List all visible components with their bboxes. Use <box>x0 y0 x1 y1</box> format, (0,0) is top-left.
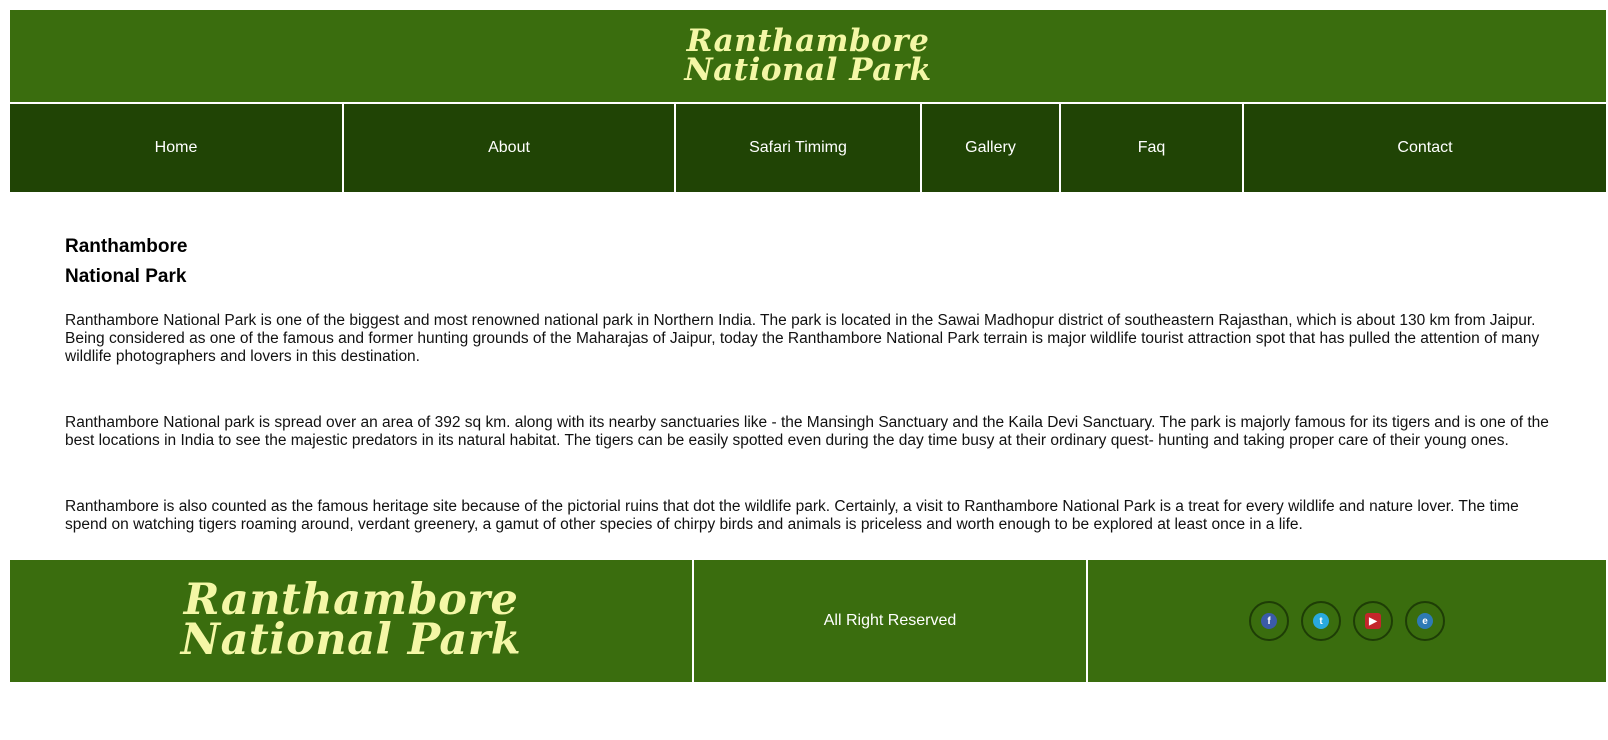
page-title-line-2: National Park <box>65 266 187 287</box>
page: Ranthambore National Park Home About Saf… <box>10 10 1606 534</box>
nav-item-faq[interactable]: Faq <box>1059 104 1242 192</box>
footer-logo-line-2: National Park <box>180 615 522 665</box>
nav-item-about[interactable]: About <box>342 104 674 192</box>
facebook-icon: f <box>1261 613 1277 629</box>
site-header: Ranthambore National Park <box>10 10 1606 102</box>
area-paragraph: Ranthambore National park is spread over… <box>65 414 1549 449</box>
twitter-button[interactable]: t <box>1301 601 1341 641</box>
footer-copyright-cell: All Right Reserved <box>692 560 1086 682</box>
twitter-icon: t <box>1313 613 1329 629</box>
youtube-icon: ▶ <box>1365 613 1381 629</box>
site-footer: Ranthambore National Park All Right Rese… <box>10 560 1606 682</box>
nav-item-contact[interactable]: Contact <box>1242 104 1606 192</box>
footer-logo[interactable]: Ranthambore National Park <box>180 579 522 665</box>
intro-paragraph: Ranthambore National Park is one of the … <box>65 312 1540 365</box>
youtube-button[interactable]: ▶ <box>1353 601 1393 641</box>
main-content: Ranthambore National Park Ranthambore Na… <box>10 192 1555 534</box>
footer-logo-cell: Ranthambore National Park <box>10 560 692 682</box>
page-title: Ranthambore National Park <box>65 232 1555 292</box>
page-title-line-1: Ranthambore <box>65 236 188 257</box>
nav-item-gallery[interactable]: Gallery <box>920 104 1059 192</box>
nav-item-safari-timing[interactable]: Safari Timimg <box>674 104 920 192</box>
email-button[interactable]: e <box>1405 601 1445 641</box>
email-icon: e <box>1417 613 1433 629</box>
site-logo[interactable]: Ranthambore National Park <box>684 26 932 88</box>
footer-social-cell: f t ▶ e <box>1086 560 1606 682</box>
facebook-button[interactable]: f <box>1249 601 1289 641</box>
main-nav: Home About Safari Timimg Gallery Faq Con… <box>10 102 1606 192</box>
nav-item-home[interactable]: Home <box>10 104 342 192</box>
copyright-text: All Right Reserved <box>823 612 957 629</box>
social-links: f t ▶ e <box>1249 601 1445 641</box>
heritage-paragraph: Ranthambore is also counted as the famou… <box>65 498 1519 533</box>
logo-line-2: National Park <box>684 52 932 88</box>
